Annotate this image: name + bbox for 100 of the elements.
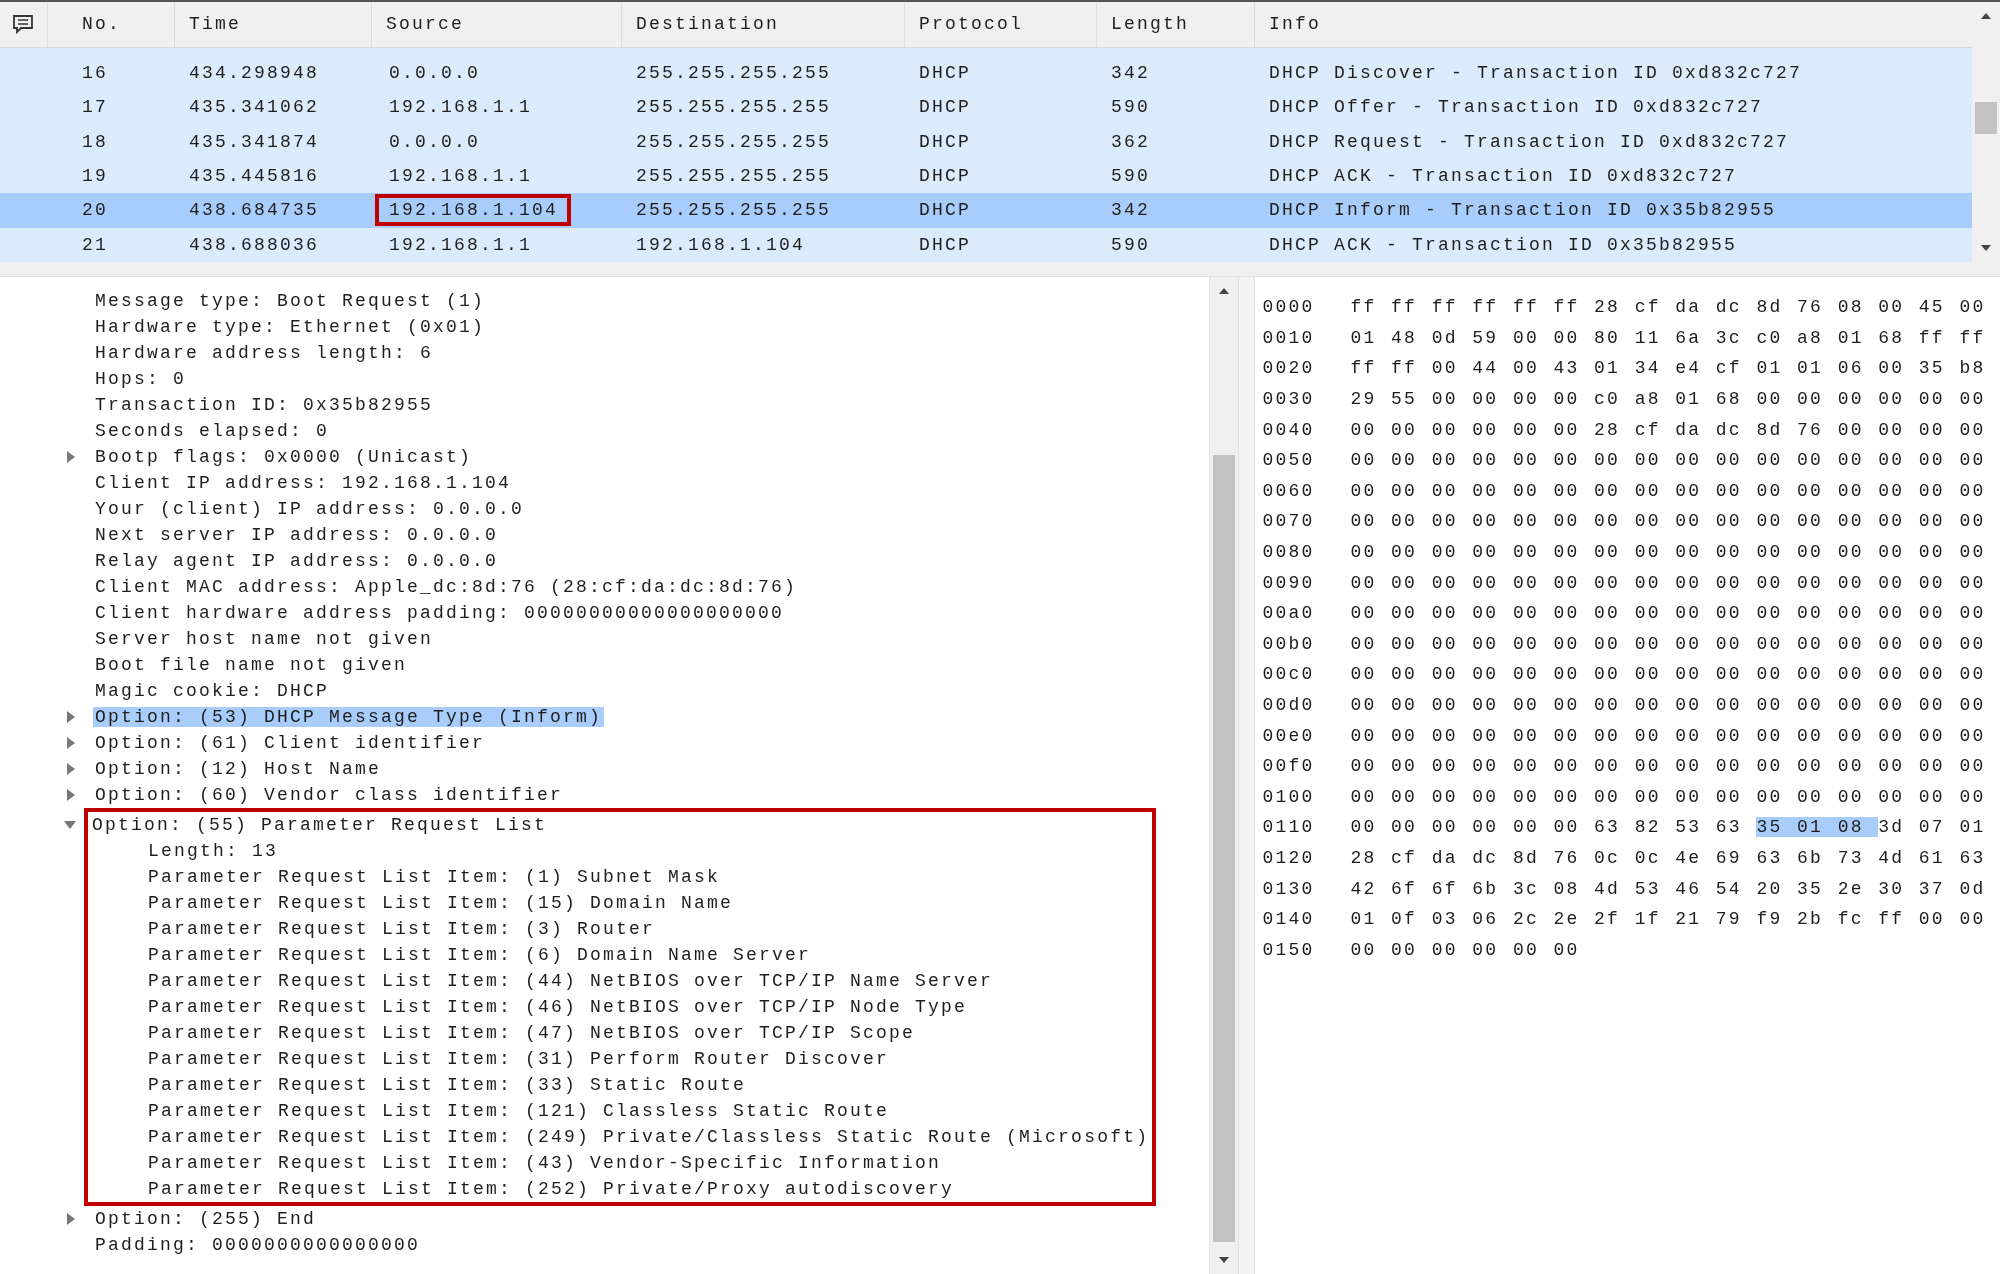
tree-item[interactable]: Hops: 0 (93, 369, 188, 389)
scrollbar[interactable] (1208, 277, 1238, 1274)
hex-byte: 00 (1675, 542, 1703, 563)
tree-item[interactable]: Transaction ID: 0x35b82955 (93, 395, 436, 415)
tree-item[interactable]: Client hardware address padding: 00000000000000000000 (93, 603, 787, 623)
table-cell: 438.688036 (189, 234, 320, 255)
hex-byte: 76 (1797, 419, 1825, 440)
hex-byte: cf (1634, 419, 1662, 440)
tree-item[interactable]: Option: (60) Vendor class identifier (93, 785, 566, 805)
hex-byte: 4d (1878, 848, 1906, 868)
tree-item[interactable]: Magic cookie: DHCP (93, 681, 332, 701)
hex-byte: 00 (1797, 511, 1825, 532)
column-header[interactable]: Source (372, 2, 622, 47)
tree-item[interactable]: Parameter Request List Item: (6) Domain Name Server (146, 945, 814, 965)
hex-byte: 00 (1756, 664, 1784, 685)
scrollbar[interactable] (1972, 2, 2000, 262)
hex-byte: 00 (1512, 603, 1540, 624)
hex-byte: ff (1878, 909, 1906, 930)
tree-item[interactable]: Parameter Request List Item: (44) NetBIOS over TCP/IP Name Server (146, 971, 996, 991)
tree-item[interactable]: Parameter Request List Item: (15) Domain Name (146, 893, 736, 913)
table-cell: 434.298948 (189, 62, 320, 83)
tree-item[interactable]: Option: (61) Client identifier (93, 733, 488, 753)
hex-byte: 00 (1350, 450, 1378, 471)
hex-byte: 00 (1553, 419, 1581, 440)
tree-item[interactable]: Client IP address: 192.168.1.104 (93, 473, 514, 493)
expand-arrow-icon[interactable] (66, 710, 76, 724)
table-cell: DHCP (919, 234, 971, 255)
tree-item[interactable]: Option: (12) Host Name (93, 759, 384, 779)
scroll-up-icon[interactable] (1217, 287, 1230, 295)
hex-byte: 00 (1878, 725, 1906, 746)
column-header[interactable]: Destination (622, 2, 905, 47)
tree-item[interactable]: Your (client) IP address: 0.0.0.0 (93, 499, 527, 519)
packet-row[interactable]: 20 438.684735 192.168.1.104 255.255.255.255 DHCP 342 DHCP Inform - Transaction ID 0x35b82955 (0, 193, 1972, 228)
hex-byte: 00 (1797, 695, 1825, 715)
tree-item[interactable]: Client MAC address: Apple_dc:8d:76 (28:cf:da:dc:8d:76) (93, 577, 800, 597)
tree-item[interactable]: Parameter Request List Item: (43) Vendor-Specific Information (146, 1153, 944, 1173)
tree-item[interactable]: Message type: Boot Request (1) (93, 291, 488, 311)
expand-arrow-icon[interactable] (66, 762, 76, 776)
hex-byte: 01 (1675, 389, 1703, 410)
collapse-arrow-icon[interactable] (63, 820, 77, 830)
hex-byte: 00 (1918, 695, 1946, 715)
tree-item[interactable]: Server host name not given (93, 629, 436, 649)
table-cell: DHCP (919, 62, 971, 83)
table-cell: 438.684735 (189, 200, 320, 221)
tree-item[interactable]: Padding: 0000000000000000 (93, 1235, 423, 1255)
tree-item[interactable]: Option: (53) DHCP Message Type (Inform) (93, 707, 605, 727)
scroll-thumb[interactable] (1212, 455, 1235, 1242)
hex-byte: 37 (1918, 878, 1946, 899)
tree-item[interactable]: Parameter Request List Item: (46) NetBIOS over TCP/IP Node Type (146, 997, 970, 1017)
hex-byte: 00 (1594, 664, 1622, 685)
column-header[interactable]: No. (48, 2, 175, 47)
hex-byte: 00 (1797, 664, 1825, 685)
expand-arrow-icon[interactable] (66, 788, 76, 802)
column-header[interactable]: Length (1097, 2, 1255, 47)
tree-item[interactable]: Parameter Request List Item: (121) Classless Static Route (146, 1101, 892, 1121)
tree-item[interactable]: Option: (55) Parameter Request List (90, 815, 550, 835)
tree-item[interactable]: Parameter Request List Item: (252) Private/Proxy autodiscovery (146, 1179, 957, 1199)
hex-byte: 80 (1594, 327, 1622, 348)
column-header[interactable]: Info (1255, 2, 1972, 47)
expand-arrow-icon[interactable] (66, 736, 76, 750)
tree-item[interactable]: Boot file name not given (93, 655, 410, 675)
hex-byte: 00 (1959, 480, 1987, 501)
column-header[interactable]: Protocol (905, 2, 1097, 47)
tree-item[interactable]: Parameter Request List Item: (1) Subnet Mask (146, 867, 723, 887)
tree-item[interactable]: Hardware address length: 6 (93, 343, 436, 363)
hex-byte: 00 (1431, 695, 1459, 715)
hex-byte: 00 (1878, 297, 1906, 318)
tree-item[interactable]: Length: 13 (146, 841, 281, 861)
hex-byte: 00 (1756, 725, 1784, 746)
hex-byte: 00 (1756, 389, 1784, 410)
tree-item[interactable]: Parameter Request List Item: (3) Router (146, 919, 658, 939)
hex-offset: 0040 (1262, 419, 1316, 440)
tree-item[interactable]: Option: (255) End (93, 1209, 319, 1229)
expand-arrow-icon[interactable] (66, 450, 76, 464)
hex-byte: 00 (1594, 725, 1622, 746)
table-cell: DHCP (919, 97, 971, 118)
tree-item[interactable]: Hardware type: Ethernet (0x01) (93, 317, 488, 337)
tree-item[interactable]: Seconds elapsed: 0 (93, 421, 332, 441)
tree-item[interactable]: Relay agent IP address: 0.0.0.0 (93, 551, 501, 571)
tree-item[interactable]: Parameter Request List Item: (31) Perform Router Discover (146, 1049, 892, 1069)
hex-byte: 00 (1512, 756, 1540, 777)
tree-item[interactable]: Bootp flags: 0x0000 (Unicast) (93, 447, 475, 467)
hex-byte: 00 (1350, 480, 1378, 501)
tree-item[interactable]: Next server IP address: 0.0.0.0 (93, 525, 501, 545)
hex-byte: 59 (1472, 327, 1500, 348)
table-cell: 192.168.1.104 (636, 234, 806, 255)
hex-byte: 42 (1350, 878, 1378, 899)
table-cell: 590 (1111, 234, 1150, 255)
column-header[interactable]: Time (175, 2, 372, 47)
scroll-up-icon[interactable] (1980, 12, 1992, 20)
scroll-down-icon[interactable] (1980, 244, 1992, 252)
expand-arrow-icon[interactable] (66, 1212, 76, 1226)
tree-item[interactable]: Parameter Request List Item: (249) Private/Classless Static Route (Microsoft) (146, 1127, 1152, 1147)
hex-byte: 00 (1431, 603, 1459, 624)
scroll-thumb[interactable] (1975, 102, 1997, 134)
tree-item[interactable]: Parameter Request List Item: (33) Static Route (146, 1075, 749, 1095)
hex-byte: da (1675, 419, 1703, 440)
scroll-down-icon[interactable] (1217, 1256, 1230, 1264)
tree-item[interactable]: Parameter Request List Item: (47) NetBIOS over TCP/IP Scope (146, 1023, 918, 1043)
hex-byte: 6f (1431, 878, 1459, 899)
